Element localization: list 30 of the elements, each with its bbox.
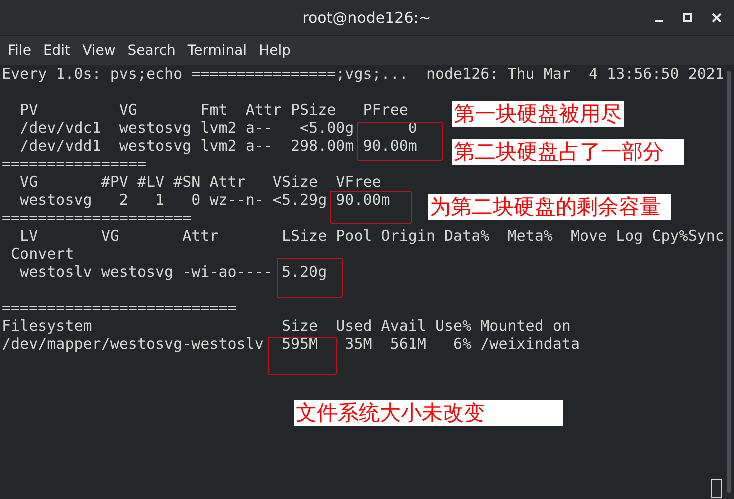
cursor-block: [711, 479, 722, 498]
terminal-line: LV VG Attr LSize Pool Origin Data% Meta% Move Log Cpy%Sync: [19, 227, 724, 245]
annotation-label: 第二块硬盘占了一部分: [452, 139, 684, 165]
terminal-line: =====================: [1, 209, 192, 227]
menu-item[interactable]: Search: [122, 42, 182, 58]
close-icon[interactable]: [712, 12, 722, 22]
terminal-line: VG #PV #LV #SN Attr VSize VFree: [19, 173, 382, 191]
menu-item[interactable]: View: [76, 42, 122, 58]
terminal-line: ================: [1, 155, 146, 173]
window-title: root@node126:~: [302, 8, 432, 26]
scrollbar[interactable]: [727, 71, 731, 493]
menu-item[interactable]: Edit: [37, 42, 77, 58]
terminal-line: westosvg 2 1 0 wz--n- <5.29g 90.00m: [19, 191, 390, 209]
menu-item[interactable]: File: [2, 42, 38, 58]
terminal-line: Every 1.0s: pvs;echo ================;vgs;... node126: Thu Mar 4 13:56:50 2021: [1, 65, 724, 83]
terminal-line: PV VG Fmt Attr PSize PFree: [19, 101, 408, 119]
terminal-line: Filesystem Size Used Avail Use% Mounted on: [1, 317, 571, 335]
terminal-line: /dev/vdd1 westosvg lvm2 a-- 298.00m 90.00m: [19, 137, 418, 155]
menu-item[interactable]: Terminal: [182, 42, 254, 58]
terminal-line: Convert: [10, 245, 74, 263]
highlight-box: [277, 258, 343, 298]
terminal-line: westoslv westosvg -wi-ao---- 5.20g: [19, 263, 328, 281]
annotation-label: 文件系统大小未改变: [294, 400, 563, 426]
annotation-label: 为第二块硬盘的剩余容量: [428, 194, 671, 220]
terminal-line: /dev/mapper/westosvg-westoslv 595M 35M 561M 6% /weixindata: [1, 335, 580, 353]
annotation-label: 第一块硬盘被用尽: [452, 101, 624, 127]
highlight-box: [268, 337, 337, 375]
menu-item[interactable]: Help: [253, 42, 297, 58]
maximize-icon[interactable]: [683, 12, 693, 22]
terminal-line: ==========================: [1, 299, 237, 317]
